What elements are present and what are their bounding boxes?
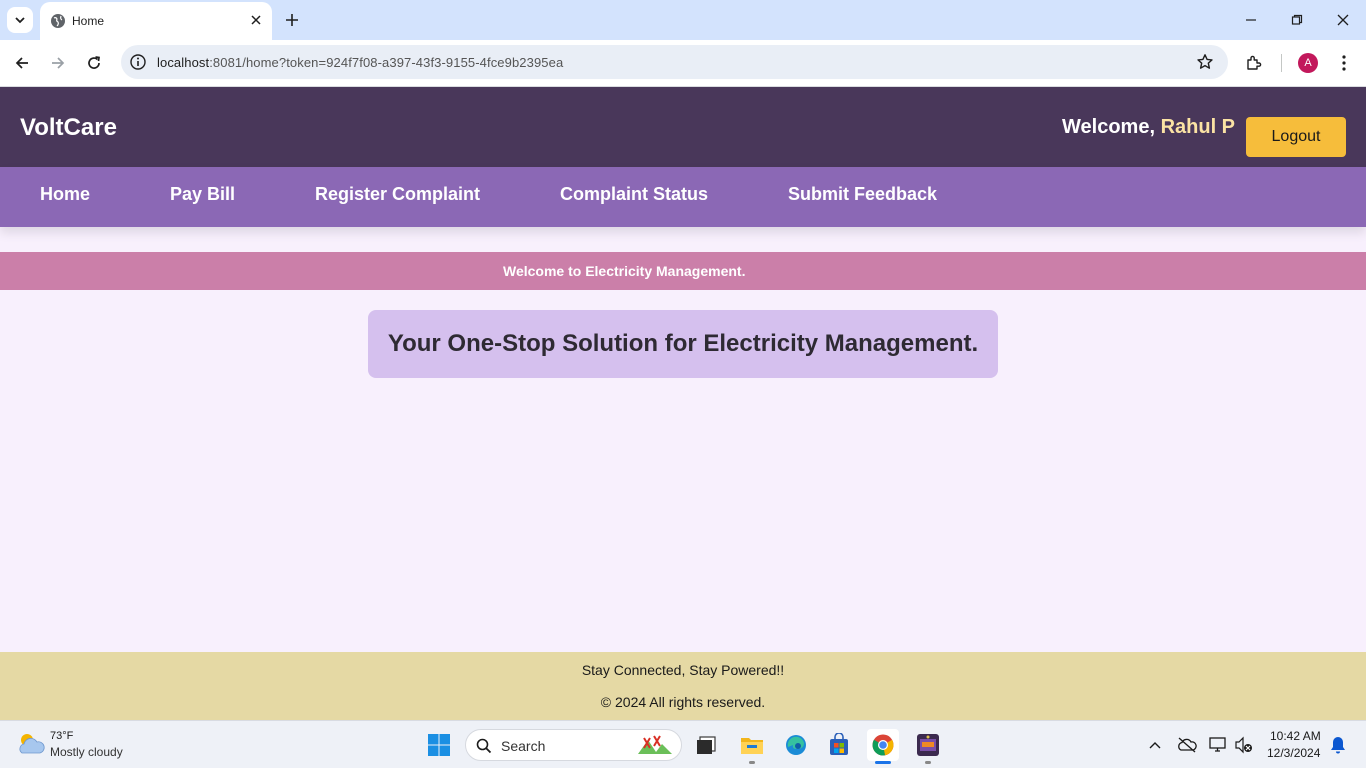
nav-pay-bill[interactable]: Pay Bill [170,184,235,205]
file-explorer-icon [741,738,763,754]
show-hidden-icons-button[interactable] [1145,735,1165,755]
footer-copyright: © 2024 All rights reserved. [600,694,766,710]
close-icon [1337,14,1349,26]
browser-menu-button[interactable] [1333,52,1355,74]
hero-card: Your One-Stop Solution for Electricity M… [368,310,998,378]
clock-date[interactable]: 12/3/2024 [1267,746,1320,760]
file-explorer-button[interactable] [736,729,768,764]
close-window-button[interactable] [1333,10,1353,30]
site-info-icon[interactable] [129,53,147,71]
weather-description[interactable]: Mostly cloudy [50,745,123,759]
bookmark-star-icon[interactable] [1196,53,1214,71]
active-indicator [875,761,891,764]
bell-icon [1331,737,1345,754]
reload-button[interactable] [83,52,105,74]
tab-search-button[interactable] [7,7,33,33]
address-bar[interactable]: localhost:8081/home?token=924f7f08-a397-… [121,45,1228,79]
globe-icon [51,14,65,28]
page-body: VoltCare Welcome, Rahul P Logout Home Pa… [0,87,1366,720]
volume-tray[interactable] [1234,735,1254,755]
game-app-button[interactable] [912,729,944,764]
task-view-icon [697,736,716,754]
main-nav: Home Pay Bill Register Complaint Complai… [0,167,1366,227]
restore-icon [1291,14,1303,25]
weather-temp[interactable]: 73°F [50,730,73,742]
windows-start-icon[interactable] [427,733,451,757]
chrome-icon [872,734,894,756]
network-icon [1209,737,1226,752]
minimize-button[interactable] [1241,10,1261,30]
taskbar-search[interactable]: Search [465,729,682,761]
running-indicator [749,761,755,764]
network-tray[interactable] [1208,735,1228,755]
nav-complaint-status[interactable]: Complaint Status [560,184,708,205]
nav-home[interactable]: Home [40,184,90,205]
app-header: VoltCare Welcome, Rahul P Logout [0,87,1366,167]
store-icon [830,733,848,755]
chevron-up-icon [1149,742,1161,749]
clock-time[interactable]: 10:42 AM [1270,729,1321,743]
welcome-prefix: Welcome, [1062,116,1161,138]
minimize-icon [1246,19,1256,21]
footer-tagline: Stay Connected, Stay Powered!! [581,662,785,678]
welcome-message: Welcome, Rahul P [1062,116,1235,139]
extensions-button[interactable] [1243,52,1265,74]
onedrive-tray[interactable] [1177,735,1197,755]
edge-icon [786,735,806,755]
running-indicator [925,761,931,764]
search-highlight-icon [638,735,672,754]
notifications-button[interactable] [1328,735,1348,755]
browser-tabstrip: Home [0,0,1366,40]
welcome-banner: Welcome to Electricity Management. [0,252,1366,290]
more-vertical-icon [1342,55,1346,71]
taskbar: 73°F Mostly cloudy Search 10:42 AM 12/3/… [0,720,1366,768]
url-text[interactable]: localhost:8081/home?token=924f7f08-a397-… [157,55,563,70]
nav-register-complaint[interactable]: Register Complaint [315,184,480,205]
url-host: localhost [157,55,210,70]
tab-home[interactable]: Home [40,2,272,40]
edge-button[interactable] [780,729,812,761]
store-button[interactable] [823,729,855,761]
arrow-right-icon [52,57,65,69]
reload-icon [88,56,100,69]
search-icon [476,738,492,754]
cloud-off-icon [1178,737,1197,753]
weather-cloud-icon[interactable] [16,731,46,757]
toolbar-divider [1281,54,1282,72]
chevron-down-icon [15,17,25,24]
game-app-icon [917,734,939,756]
url-path: :8081/home?token=924f7f08-a397-43f3-9155… [209,55,564,70]
new-tab-button[interactable] [282,10,302,30]
nav-submit-feedback[interactable]: Submit Feedback [788,184,937,205]
user-name: Rahul P [1160,116,1236,138]
task-view-button[interactable] [690,729,722,761]
back-button[interactable] [11,52,33,74]
forward-button[interactable] [47,52,69,74]
volume-muted-icon [1235,736,1252,754]
profile-avatar[interactable]: A [1298,53,1318,73]
brand-logo[interactable]: VoltCare [20,114,117,142]
search-label: Search [501,738,546,754]
plus-icon [286,14,298,26]
restore-button[interactable] [1287,10,1307,30]
puzzle-icon [1247,55,1262,70]
logout-button[interactable]: Logout [1246,117,1346,157]
page-footer: Stay Connected, Stay Powered!! © 2024 Al… [0,652,1366,720]
hero-heading: Your One-Stop Solution for Electricity M… [387,330,979,357]
chrome-button[interactable] [867,729,899,764]
banner-text: Welcome to Electricity Management. [503,263,746,279]
tab-title: Home [72,14,105,28]
arrow-left-icon [15,57,28,69]
tab-close-icon[interactable] [248,12,264,28]
browser-toolbar: localhost:8081/home?token=924f7f08-a397-… [0,40,1366,87]
